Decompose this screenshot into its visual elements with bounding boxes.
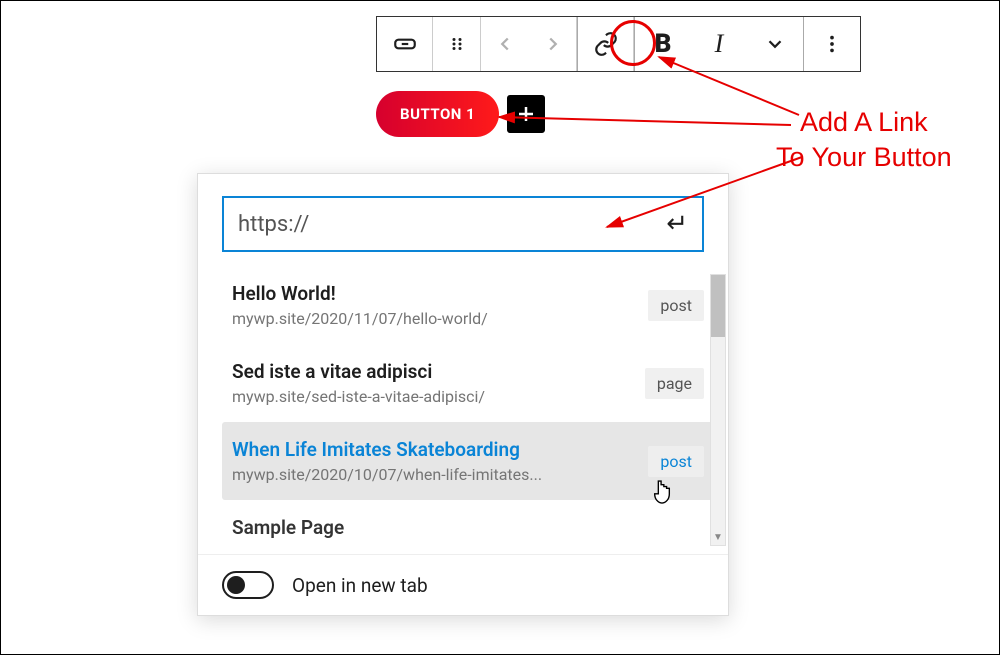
open-new-tab-row: Open in new tab (198, 554, 728, 615)
url-input-wrap: ↵ (222, 196, 704, 252)
block-type-button[interactable] (377, 17, 433, 71)
link-popover: ↵ Hello World! mywp.site/2020/11/07/hell… (197, 173, 729, 616)
italic-button[interactable]: I (691, 17, 747, 71)
result-title: Hello World! (232, 282, 638, 305)
result-title: When Life Imitates Skateboarding (232, 438, 638, 461)
results-scrollbar[interactable]: ▼ (710, 274, 726, 546)
scrollbar-thumb[interactable] (711, 275, 725, 337)
open-new-tab-label: Open in new tab (292, 574, 428, 597)
result-badge: post (648, 290, 704, 321)
link-result-item[interactable]: Sample Page mywp.site/sample-page/ (222, 500, 718, 554)
button-block-row: BUTTON 1 (376, 91, 545, 137)
link-result-item[interactable]: Hello World! mywp.site/2020/11/07/hello-… (222, 266, 718, 344)
result-badge: post (648, 446, 704, 477)
scroll-down-arrow[interactable]: ▼ (711, 529, 725, 545)
result-url: mywp.site/sed-iste-a-vitae-adipisci/ (232, 387, 635, 406)
move-next-button[interactable] (529, 17, 577, 71)
result-title: Sed iste a vitae adipisci (232, 360, 635, 383)
result-url: mywp.site/2020/11/07/hello-world/ (232, 309, 638, 328)
link-results-list: Hello World! mywp.site/2020/11/07/hello-… (198, 266, 728, 554)
open-new-tab-toggle[interactable] (222, 571, 274, 599)
link-result-item[interactable]: When Life Imitates Skateboarding mywp.si… (222, 422, 718, 500)
more-options-button[interactable] (804, 17, 860, 71)
toggle-knob (227, 576, 245, 594)
annotation-line: Add A Link (776, 105, 952, 140)
annotation-line: To Your Button (776, 140, 952, 175)
annotation-text: Add A Link To Your Button (776, 105, 952, 175)
demo-button[interactable]: BUTTON 1 (376, 91, 499, 137)
url-input[interactable] (238, 212, 666, 237)
link-button[interactable] (578, 17, 634, 71)
more-formatting-dropdown[interactable] (747, 17, 803, 71)
result-title: Sample Page (232, 516, 704, 539)
submit-link-icon[interactable]: ↵ (666, 209, 688, 239)
add-block-button[interactable] (507, 95, 545, 133)
link-result-item[interactable]: Sed iste a vitae adipisci mywp.site/sed-… (222, 344, 718, 422)
bold-button[interactable]: B (635, 17, 691, 71)
result-url: mywp.site/2020/10/07/when-life-imitates.… (232, 465, 638, 484)
drag-handle-button[interactable] (433, 17, 481, 71)
move-prev-button[interactable] (481, 17, 529, 71)
result-badge: page (645, 368, 704, 399)
block-toolbar: B I (376, 16, 861, 72)
